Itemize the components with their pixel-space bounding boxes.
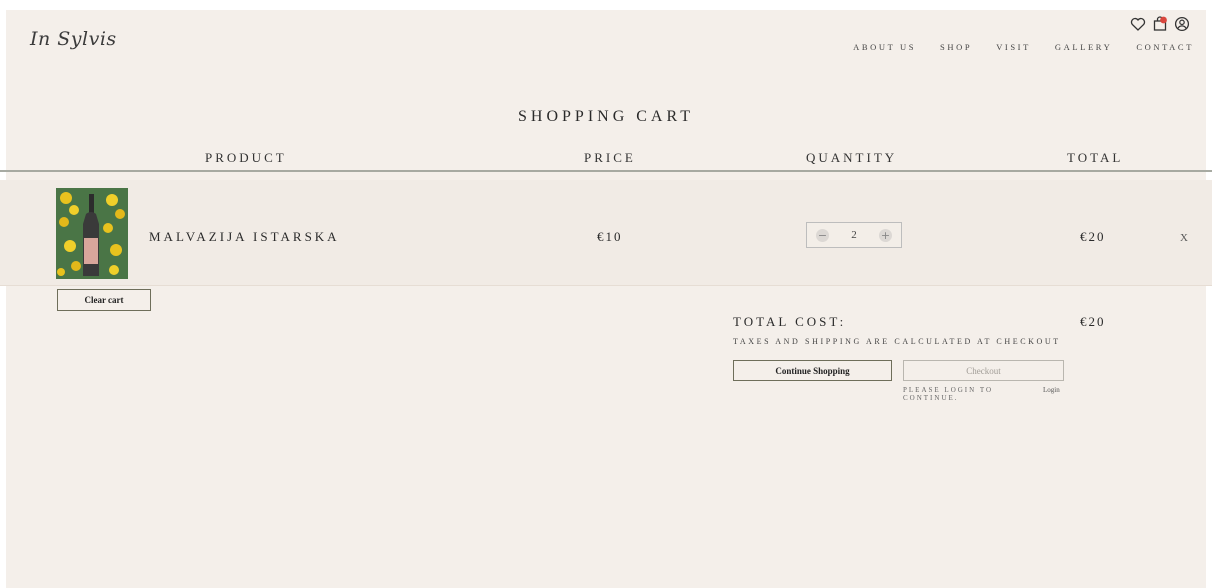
nav-shop[interactable]: SHOP [940,42,972,52]
heart-icon[interactable] [1130,16,1146,32]
nav-about-us[interactable]: ABOUT US [853,42,916,52]
user-circle-icon[interactable] [1174,16,1190,32]
nav-contact[interactable]: CONTACT [1136,42,1194,52]
login-note: PLEASE LOGIN TO CONTINUE. [903,386,994,402]
increase-quantity-button[interactable]: + [879,228,892,242]
remove-item-button[interactable]: X [1180,232,1189,244]
column-total: TOTAL [1067,150,1124,165]
nav-visit[interactable]: VISIT [996,42,1031,52]
cart-table-header: PRODUCT PRICE QUANTITY TOTAL [0,150,1212,170]
total-cost-label: TOTAL COST: [733,314,847,329]
quantity-value[interactable]: 2 [851,229,857,241]
clear-cart-button[interactable]: Clear cart [57,289,151,311]
product-name[interactable]: MALVAZIJA ISTARSKA [149,229,340,245]
column-quantity: QUANTITY [806,150,898,165]
main-nav: ABOUT US SHOP VISIT GALLERY CONTACT [853,42,1194,52]
total-cost-value: €20 [1080,314,1106,329]
header-icons [1130,16,1190,32]
checkout-button[interactable]: Checkout [903,360,1064,381]
product-price: €10 [597,229,623,244]
brand-logo[interactable]: In Sylvis [30,28,117,50]
page-title: SHOPPING CART [518,108,694,125]
page-background [6,10,1206,588]
column-product: PRODUCT [205,150,287,165]
header-divider [0,170,1212,172]
nav-gallery[interactable]: GALLERY [1055,42,1112,52]
quantity-stepper: − 2 + [806,222,902,248]
shopping-bag-icon[interactable] [1152,16,1168,32]
column-price: PRICE [584,150,636,165]
decrease-quantity-button[interactable]: − [816,228,829,242]
product-image[interactable] [56,188,128,279]
login-link[interactable]: Login [1043,386,1060,394]
continue-shopping-button[interactable]: Continue Shopping [733,360,892,381]
line-total: €20 [1080,229,1106,244]
taxes-note: TAXES AND SHIPPING ARE CALCULATED AT CHE… [733,337,1061,346]
